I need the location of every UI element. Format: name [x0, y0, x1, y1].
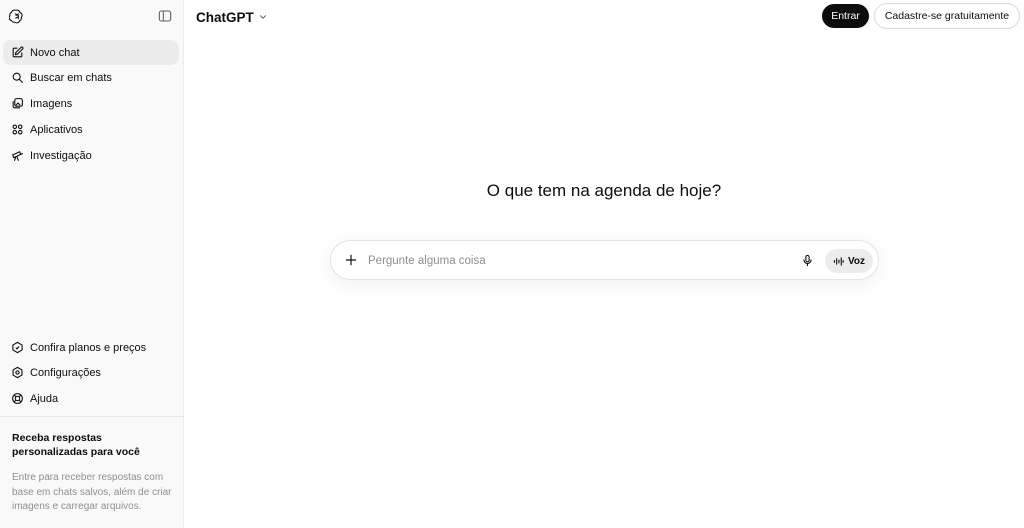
model-selector[interactable]: ChatGPT	[196, 8, 268, 26]
images-icon	[12, 98, 23, 109]
sidebar-item-apps[interactable]: Aplicativos	[3, 117, 179, 142]
waveform-icon	[833, 256, 844, 266]
plans-icon	[12, 341, 23, 354]
search-icon	[12, 72, 23, 83]
telescope-icon	[12, 151, 23, 161]
sidebar-item-research[interactable]: Investigação	[3, 143, 179, 168]
sidebar-item-label: Buscar em chats	[30, 71, 112, 84]
headline: O que tem na agenda de hoje?	[486, 181, 722, 200]
composer: Voz	[330, 240, 879, 280]
promo-text: Entre para receber respostas com base em…	[12, 472, 172, 512]
sidebar: Novo chat Buscar em chats Imagens Aplica…	[0, 0, 184, 528]
plus-icon[interactable]	[344, 253, 358, 267]
help-icon	[12, 393, 23, 404]
page-title: ChatGPT	[196, 9, 254, 25]
signup-button[interactable]: Cadastre-se gratuitamente	[874, 3, 1020, 29]
sidebar-item-settings[interactable]: Configurações	[3, 360, 179, 385]
sidebar-item-plans[interactable]: Confira planos e preços	[3, 335, 179, 360]
promo-title: Receba respostas personalizadas para voc…	[12, 432, 140, 458]
chevron-down-icon	[259, 15, 266, 19]
prompt-input[interactable]	[368, 251, 768, 271]
voice-button[interactable]: Voz	[825, 249, 873, 273]
gear-icon	[12, 366, 23, 379]
sidebar-item-label: Novo chat	[30, 46, 80, 59]
edit-icon	[12, 46, 24, 58]
openai-logo-icon[interactable]	[9, 8, 25, 24]
sidebar-item-images[interactable]: Imagens	[3, 91, 179, 116]
voice-label: Voz	[847, 255, 866, 267]
sidebar-toggle-icon[interactable]	[157, 8, 173, 24]
sidebar-item-label: Investigação	[30, 149, 92, 162]
sidebar-item-label: Confira planos e preços	[30, 341, 147, 354]
sidebar-item-label: Imagens	[30, 97, 73, 110]
microphone-icon[interactable]	[801, 254, 814, 267]
sidebar-header	[0, 0, 184, 32]
sidebar-item-label: Ajuda	[30, 392, 59, 405]
sidebar-divider	[0, 416, 184, 417]
apps-icon	[12, 124, 23, 135]
login-button[interactable]: Entrar	[822, 4, 869, 28]
sidebar-item-new-chat[interactable]: Novo chat	[3, 40, 179, 65]
sidebar-item-search[interactable]: Buscar em chats	[3, 65, 179, 90]
sidebar-item-label: Configurações	[30, 366, 101, 379]
sidebar-item-label: Aplicativos	[30, 123, 83, 136]
sidebar-item-help[interactable]: Ajuda	[3, 386, 179, 411]
